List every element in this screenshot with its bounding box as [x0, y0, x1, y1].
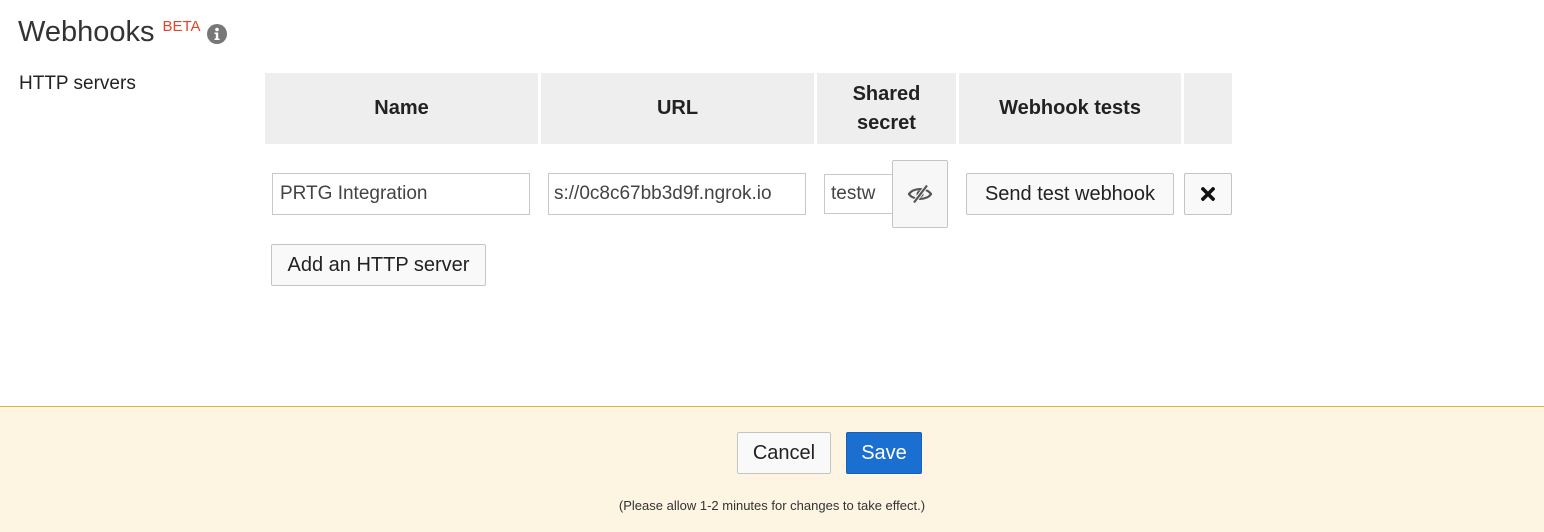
save-button[interactable]: Save	[846, 432, 922, 474]
footer-bar: Cancel Save (Please allow 1-2 minutes fo…	[0, 406, 1544, 532]
page-title-text: Webhooks	[18, 16, 155, 48]
eye-slash-icon	[907, 184, 933, 204]
server-name-input[interactable]: PRTG Integration	[272, 173, 530, 215]
shared-secret-input[interactable]: testw	[824, 174, 894, 214]
column-header-actions	[1184, 73, 1232, 144]
beta-badge: BETA	[162, 18, 201, 35]
toggle-secret-visibility-button[interactable]	[892, 160, 948, 228]
footer-note: (Please allow 1-2 minutes for changes to…	[618, 498, 926, 513]
remove-server-button[interactable]	[1184, 173, 1232, 215]
close-icon	[1201, 187, 1215, 201]
column-header-shared-secret: Shared secret	[817, 73, 956, 144]
server-url-input[interactable]: s://0c8c67bb3d9f.ngrok.io	[548, 173, 806, 215]
http-servers-label: HTTP servers	[19, 73, 136, 94]
add-http-server-button[interactable]: Add an HTTP server	[271, 244, 486, 286]
column-header-name: Name	[265, 73, 538, 144]
send-test-webhook-button[interactable]: Send test webhook	[966, 173, 1174, 215]
column-header-webhook-tests: Webhook tests	[959, 73, 1181, 144]
column-header-url: URL	[541, 73, 814, 144]
page-title: Webhooks BETA	[18, 16, 227, 49]
info-icon[interactable]	[206, 24, 227, 44]
cancel-button[interactable]: Cancel	[737, 432, 831, 474]
